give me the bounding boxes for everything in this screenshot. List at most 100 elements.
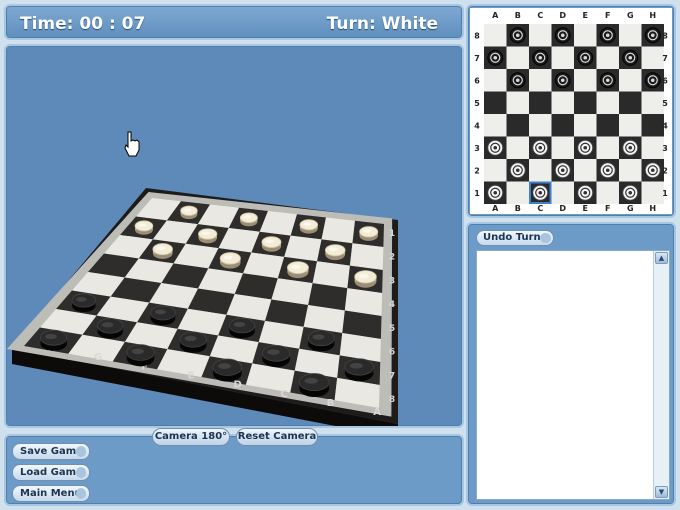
minimap-square[interactable]	[506, 46, 530, 70]
minimap-black-piece[interactable]	[509, 27, 526, 44]
board-3d-white-piece[interactable]	[299, 219, 319, 234]
minimap-white-piece[interactable]	[487, 184, 504, 201]
minimap-white-piece[interactable]	[622, 184, 639, 201]
board-3d-white-piece[interactable]	[287, 261, 309, 279]
board-3d-viewport[interactable]: HGFEDCBA12345678	[4, 44, 464, 428]
minimap-white-piece[interactable]	[599, 162, 616, 179]
board-3d-black-piece[interactable]	[344, 358, 374, 382]
minimap-white-piece[interactable]	[577, 139, 594, 156]
minimap-square[interactable]	[641, 91, 665, 115]
minimap-black-piece[interactable]	[644, 27, 661, 44]
minimap-square[interactable]	[619, 91, 642, 115]
minimap-black-piece[interactable]	[599, 72, 616, 89]
undo-turn-button[interactable]: Undo Turn	[476, 230, 554, 246]
minimap-white-piece[interactable]	[509, 162, 526, 179]
minimap-black-piece[interactable]	[577, 49, 594, 66]
main-menu-button[interactable]: Main Menu	[12, 485, 90, 502]
board-3d-black-piece[interactable]	[150, 305, 176, 326]
minimap-black-piece[interactable]	[622, 49, 639, 66]
triangle-up-icon[interactable]: ▲	[655, 252, 668, 264]
minimap-square[interactable]	[641, 181, 665, 205]
board-3d-black-piece[interactable]	[212, 358, 243, 382]
board-3d-white-piece[interactable]	[198, 228, 218, 244]
save-game-button[interactable]: Save Game	[12, 443, 90, 460]
load-game-button[interactable]: Load Game	[12, 464, 90, 481]
minimap-square[interactable]	[619, 159, 642, 182]
minimap-square[interactable]	[484, 159, 507, 182]
minimap-white-piece[interactable]	[622, 139, 639, 156]
minimap-white-piece[interactable]	[554, 162, 571, 179]
minimap-black-piece[interactable]	[487, 49, 504, 66]
minimap-square[interactable]	[596, 181, 620, 205]
minimap-square[interactable]	[529, 91, 552, 115]
minimap-square[interactable]	[551, 91, 575, 115]
board-3d-black-piece[interactable]	[261, 344, 291, 368]
minimap-black-piece[interactable]	[532, 49, 549, 66]
board-3d-black-piece[interactable]	[179, 331, 207, 353]
move-list[interactable]: ▲ ▼	[476, 250, 670, 500]
board-3d-black-piece[interactable]	[97, 318, 124, 339]
board-3d-white-piece[interactable]	[359, 226, 379, 241]
board-3d-white-piece[interactable]	[354, 270, 377, 288]
board-3d-white-piece[interactable]	[219, 252, 241, 269]
minimap-square[interactable]	[551, 181, 575, 205]
minimap-square[interactable]	[574, 159, 597, 182]
board-3d-black-piece[interactable]	[298, 373, 330, 398]
minimap-square[interactable]	[574, 24, 597, 47]
minimap-square[interactable]	[529, 159, 552, 182]
minimap-white-piece[interactable]	[487, 139, 504, 156]
minimap-black-piece[interactable]	[554, 72, 571, 89]
minimap-square[interactable]	[596, 91, 620, 115]
minimap-square[interactable]	[484, 69, 507, 92]
board-3d-black-piece[interactable]	[126, 344, 155, 367]
minimap-square[interactable]	[619, 24, 642, 47]
minimap-square[interactable]	[529, 24, 552, 47]
minimap-black-piece[interactable]	[509, 72, 526, 89]
minimap-square[interactable]	[484, 91, 507, 115]
minimap-white-piece[interactable]	[532, 184, 549, 201]
minimap-square[interactable]	[596, 114, 620, 137]
minimap-square[interactable]	[596, 46, 620, 70]
minimap-square[interactable]	[506, 136, 530, 160]
minimap-square[interactable]	[529, 69, 552, 92]
minimap-black-piece[interactable]	[599, 27, 616, 44]
minimap-square[interactable]	[551, 136, 575, 160]
minimap-square[interactable]	[574, 91, 597, 115]
minimap-white-piece[interactable]	[532, 139, 549, 156]
minimap-square[interactable]	[506, 91, 530, 115]
board-3d-black-piece[interactable]	[228, 317, 256, 339]
minimap-white-piece[interactable]	[577, 184, 594, 201]
minimap-square[interactable]	[551, 46, 575, 70]
board-3d-black-piece[interactable]	[307, 330, 335, 352]
board-3d-white-piece[interactable]	[152, 243, 173, 259]
minimap-square[interactable]	[619, 69, 642, 92]
minimap-square[interactable]	[506, 181, 530, 205]
board-3d-black-piece[interactable]	[71, 293, 96, 313]
reset-camera-button[interactable]: Reset Camera	[236, 428, 318, 446]
minimap-square[interactable]	[641, 136, 665, 160]
minimap-square[interactable]	[574, 69, 597, 92]
minimap-square[interactable]	[529, 114, 552, 137]
move-list-scrollbar[interactable]: ▲ ▼	[653, 251, 669, 499]
minimap-black-piece[interactable]	[554, 27, 571, 44]
board-3d-white-piece[interactable]	[324, 244, 346, 261]
triangle-down-icon[interactable]: ▼	[655, 486, 668, 498]
board-3d-white-piece[interactable]	[180, 205, 198, 220]
board-minimap[interactable]: A A B B C C D D E E F F G G H H 8 8 7 7 6 6 5 5 4 4 3 3 2 2 1 1	[470, 8, 672, 214]
board-3d-square[interactable]	[284, 235, 322, 262]
board-3d-white-piece[interactable]	[239, 212, 258, 227]
minimap-black-piece[interactable]	[644, 72, 661, 89]
minimap-white-piece[interactable]	[644, 162, 661, 179]
minimap-square[interactable]	[641, 114, 665, 137]
board-3d-scene[interactable]: HGFEDCBA12345678	[6, 46, 462, 426]
minimap-square[interactable]	[619, 114, 642, 137]
board-3d-black-piece[interactable]	[40, 329, 68, 351]
board-3d-white-piece[interactable]	[261, 236, 282, 252]
minimap-square[interactable]	[484, 24, 507, 47]
minimap-square[interactable]	[484, 114, 507, 137]
minimap-square[interactable]	[596, 136, 620, 160]
board-3d-square[interactable]	[321, 217, 355, 244]
minimap-square[interactable]	[551, 114, 575, 137]
camera-rotate-button[interactable]: Camera 180°	[152, 428, 230, 446]
minimap-square[interactable]	[641, 46, 665, 70]
